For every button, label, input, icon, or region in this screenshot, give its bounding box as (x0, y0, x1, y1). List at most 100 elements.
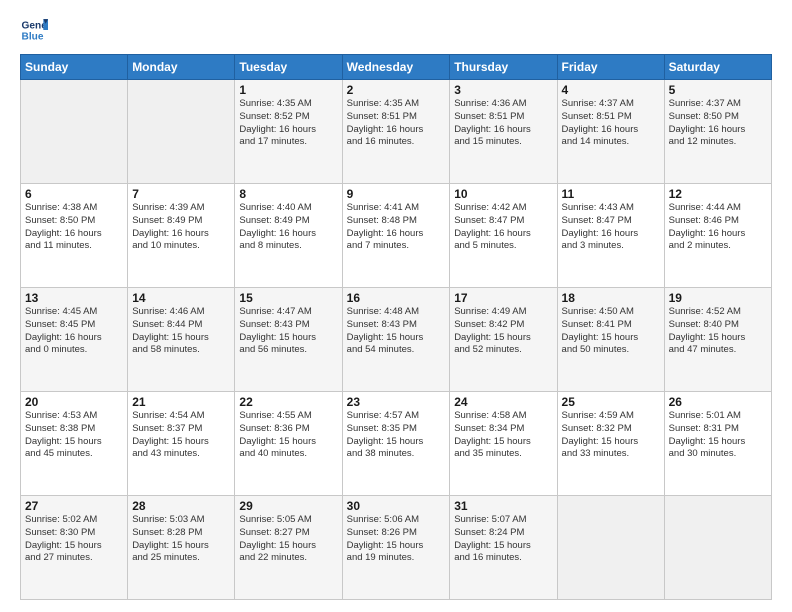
day-number: 7 (132, 187, 230, 201)
day-info: Sunrise: 4:35 AM Sunset: 8:52 PM Dayligh… (239, 98, 337, 149)
day-number: 8 (239, 187, 337, 201)
calendar-cell: 22Sunrise: 4:55 AM Sunset: 8:36 PM Dayli… (235, 392, 342, 496)
page: General Blue SundayMondayTuesdayWednesda… (0, 0, 792, 612)
calendar-cell: 5Sunrise: 4:37 AM Sunset: 8:50 PM Daylig… (664, 80, 771, 184)
calendar-cell: 30Sunrise: 5:06 AM Sunset: 8:26 PM Dayli… (342, 496, 450, 600)
logo: General Blue (20, 16, 54, 44)
day-number: 16 (347, 291, 446, 305)
calendar-cell: 8Sunrise: 4:40 AM Sunset: 8:49 PM Daylig… (235, 184, 342, 288)
day-number: 22 (239, 395, 337, 409)
day-info: Sunrise: 4:45 AM Sunset: 8:45 PM Dayligh… (25, 306, 123, 357)
day-info: Sunrise: 4:48 AM Sunset: 8:43 PM Dayligh… (347, 306, 446, 357)
day-number: 11 (562, 187, 660, 201)
calendar-cell: 26Sunrise: 5:01 AM Sunset: 8:31 PM Dayli… (664, 392, 771, 496)
day-info: Sunrise: 4:42 AM Sunset: 8:47 PM Dayligh… (454, 202, 552, 253)
calendar-cell: 21Sunrise: 4:54 AM Sunset: 8:37 PM Dayli… (128, 392, 235, 496)
calendar-cell: 24Sunrise: 4:58 AM Sunset: 8:34 PM Dayli… (450, 392, 557, 496)
day-number: 30 (347, 499, 446, 513)
day-number: 20 (25, 395, 123, 409)
calendar-header-row: SundayMondayTuesdayWednesdayThursdayFrid… (21, 55, 772, 80)
calendar-cell: 15Sunrise: 4:47 AM Sunset: 8:43 PM Dayli… (235, 288, 342, 392)
calendar-cell: 17Sunrise: 4:49 AM Sunset: 8:42 PM Dayli… (450, 288, 557, 392)
day-info: Sunrise: 4:55 AM Sunset: 8:36 PM Dayligh… (239, 410, 337, 461)
calendar-cell (21, 80, 128, 184)
day-info: Sunrise: 4:43 AM Sunset: 8:47 PM Dayligh… (562, 202, 660, 253)
day-number: 24 (454, 395, 552, 409)
calendar-cell: 11Sunrise: 4:43 AM Sunset: 8:47 PM Dayli… (557, 184, 664, 288)
calendar-cell: 23Sunrise: 4:57 AM Sunset: 8:35 PM Dayli… (342, 392, 450, 496)
day-info: Sunrise: 4:46 AM Sunset: 8:44 PM Dayligh… (132, 306, 230, 357)
day-info: Sunrise: 4:44 AM Sunset: 8:46 PM Dayligh… (669, 202, 767, 253)
weekday-header-tuesday: Tuesday (235, 55, 342, 80)
day-info: Sunrise: 4:59 AM Sunset: 8:32 PM Dayligh… (562, 410, 660, 461)
day-info: Sunrise: 4:37 AM Sunset: 8:50 PM Dayligh… (669, 98, 767, 149)
day-number: 5 (669, 83, 767, 97)
calendar-cell: 25Sunrise: 4:59 AM Sunset: 8:32 PM Dayli… (557, 392, 664, 496)
day-info: Sunrise: 4:58 AM Sunset: 8:34 PM Dayligh… (454, 410, 552, 461)
calendar-week-4: 20Sunrise: 4:53 AM Sunset: 8:38 PM Dayli… (21, 392, 772, 496)
day-info: Sunrise: 5:02 AM Sunset: 8:30 PM Dayligh… (25, 514, 123, 565)
day-number: 25 (562, 395, 660, 409)
weekday-header-sunday: Sunday (21, 55, 128, 80)
calendar-cell (557, 496, 664, 600)
day-info: Sunrise: 4:36 AM Sunset: 8:51 PM Dayligh… (454, 98, 552, 149)
day-number: 26 (669, 395, 767, 409)
day-info: Sunrise: 4:40 AM Sunset: 8:49 PM Dayligh… (239, 202, 337, 253)
day-number: 31 (454, 499, 552, 513)
calendar-cell: 3Sunrise: 4:36 AM Sunset: 8:51 PM Daylig… (450, 80, 557, 184)
calendar-cell: 31Sunrise: 5:07 AM Sunset: 8:24 PM Dayli… (450, 496, 557, 600)
day-number: 29 (239, 499, 337, 513)
day-number: 10 (454, 187, 552, 201)
day-number: 19 (669, 291, 767, 305)
day-info: Sunrise: 5:03 AM Sunset: 8:28 PM Dayligh… (132, 514, 230, 565)
day-info: Sunrise: 4:57 AM Sunset: 8:35 PM Dayligh… (347, 410, 446, 461)
weekday-header-monday: Monday (128, 55, 235, 80)
day-info: Sunrise: 4:39 AM Sunset: 8:49 PM Dayligh… (132, 202, 230, 253)
day-number: 12 (669, 187, 767, 201)
day-number: 23 (347, 395, 446, 409)
calendar-cell (664, 496, 771, 600)
calendar-cell: 14Sunrise: 4:46 AM Sunset: 8:44 PM Dayli… (128, 288, 235, 392)
weekday-header-wednesday: Wednesday (342, 55, 450, 80)
calendar-cell: 9Sunrise: 4:41 AM Sunset: 8:48 PM Daylig… (342, 184, 450, 288)
logo-icon: General Blue (20, 16, 48, 44)
day-number: 13 (25, 291, 123, 305)
calendar-cell: 28Sunrise: 5:03 AM Sunset: 8:28 PM Dayli… (128, 496, 235, 600)
day-info: Sunrise: 4:38 AM Sunset: 8:50 PM Dayligh… (25, 202, 123, 253)
weekday-header-thursday: Thursday (450, 55, 557, 80)
day-info: Sunrise: 4:35 AM Sunset: 8:51 PM Dayligh… (347, 98, 446, 149)
day-number: 1 (239, 83, 337, 97)
day-info: Sunrise: 4:50 AM Sunset: 8:41 PM Dayligh… (562, 306, 660, 357)
svg-text:Blue: Blue (22, 31, 44, 42)
day-number: 15 (239, 291, 337, 305)
calendar-cell: 1Sunrise: 4:35 AM Sunset: 8:52 PM Daylig… (235, 80, 342, 184)
day-info: Sunrise: 4:54 AM Sunset: 8:37 PM Dayligh… (132, 410, 230, 461)
day-number: 2 (347, 83, 446, 97)
day-number: 28 (132, 499, 230, 513)
calendar-cell: 2Sunrise: 4:35 AM Sunset: 8:51 PM Daylig… (342, 80, 450, 184)
day-number: 21 (132, 395, 230, 409)
calendar-week-5: 27Sunrise: 5:02 AM Sunset: 8:30 PM Dayli… (21, 496, 772, 600)
day-number: 4 (562, 83, 660, 97)
calendar-cell: 13Sunrise: 4:45 AM Sunset: 8:45 PM Dayli… (21, 288, 128, 392)
day-info: Sunrise: 4:47 AM Sunset: 8:43 PM Dayligh… (239, 306, 337, 357)
day-info: Sunrise: 4:52 AM Sunset: 8:40 PM Dayligh… (669, 306, 767, 357)
day-number: 6 (25, 187, 123, 201)
calendar-cell: 6Sunrise: 4:38 AM Sunset: 8:50 PM Daylig… (21, 184, 128, 288)
calendar-week-1: 1Sunrise: 4:35 AM Sunset: 8:52 PM Daylig… (21, 80, 772, 184)
day-info: Sunrise: 5:06 AM Sunset: 8:26 PM Dayligh… (347, 514, 446, 565)
calendar-week-2: 6Sunrise: 4:38 AM Sunset: 8:50 PM Daylig… (21, 184, 772, 288)
calendar-cell: 18Sunrise: 4:50 AM Sunset: 8:41 PM Dayli… (557, 288, 664, 392)
calendar-cell: 12Sunrise: 4:44 AM Sunset: 8:46 PM Dayli… (664, 184, 771, 288)
calendar-cell: 27Sunrise: 5:02 AM Sunset: 8:30 PM Dayli… (21, 496, 128, 600)
day-info: Sunrise: 4:37 AM Sunset: 8:51 PM Dayligh… (562, 98, 660, 149)
calendar-cell: 4Sunrise: 4:37 AM Sunset: 8:51 PM Daylig… (557, 80, 664, 184)
calendar-cell: 19Sunrise: 4:52 AM Sunset: 8:40 PM Dayli… (664, 288, 771, 392)
calendar-cell: 16Sunrise: 4:48 AM Sunset: 8:43 PM Dayli… (342, 288, 450, 392)
calendar-cell: 29Sunrise: 5:05 AM Sunset: 8:27 PM Dayli… (235, 496, 342, 600)
day-info: Sunrise: 4:41 AM Sunset: 8:48 PM Dayligh… (347, 202, 446, 253)
day-info: Sunrise: 5:07 AM Sunset: 8:24 PM Dayligh… (454, 514, 552, 565)
header: General Blue (20, 16, 772, 44)
day-number: 18 (562, 291, 660, 305)
weekday-header-friday: Friday (557, 55, 664, 80)
